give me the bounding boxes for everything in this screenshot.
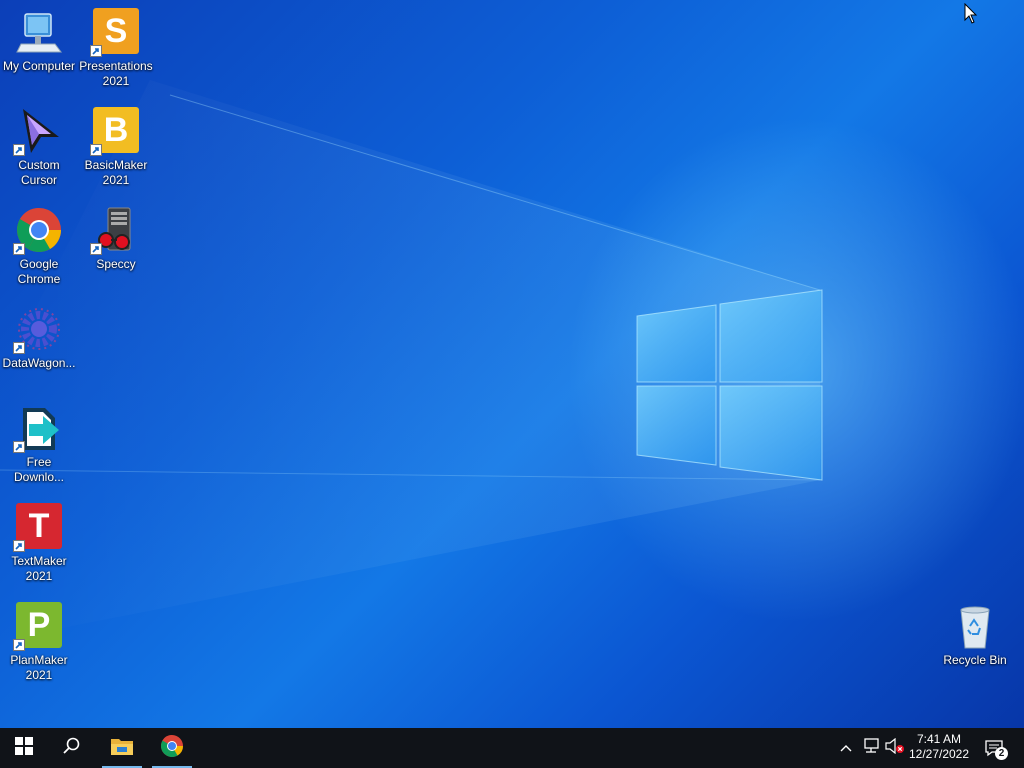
datawagon-gear-icon <box>13 305 63 354</box>
textmaker-app-icon: T <box>13 503 63 552</box>
basicmaker-desktop-icon[interactable]: B BasicMaker 2021 <box>77 101 155 188</box>
start-windows-icon <box>15 736 33 760</box>
textmaker-desktop-icon[interactable]: T TextMaker 2021 <box>0 497 78 584</box>
search-icon <box>63 737 81 760</box>
show-hidden-icons-button[interactable] <box>836 728 856 768</box>
chrome-icon <box>160 734 184 763</box>
file-explorer-icon <box>110 736 134 761</box>
textmaker-label: TextMaker 2021 <box>11 554 67 583</box>
file-explorer-taskbar-button[interactable] <box>98 728 146 768</box>
google-chrome-desktop-icon[interactable]: Google Chrome <box>0 200 78 287</box>
shortcut-arrow-icon <box>13 639 25 651</box>
network-tray-button[interactable] <box>860 728 882 768</box>
download-arrow-icon <box>13 404 63 453</box>
shortcut-arrow-icon <box>13 243 25 255</box>
basicmaker-app-icon: B <box>90 107 140 156</box>
planmaker-label: PlanMaker 2021 <box>10 653 68 682</box>
speccy-label: Speccy <box>96 257 136 271</box>
shortcut-arrow-icon <box>13 342 25 354</box>
shortcut-arrow-icon <box>13 144 25 156</box>
free-download-desktop-icon[interactable]: Free Downlo... <box>0 398 78 485</box>
computer-icon <box>15 8 63 56</box>
datawagon-desktop-icon[interactable]: DataWagon... <box>0 299 78 371</box>
basicmaker-label: BasicMaker 2021 <box>84 158 148 187</box>
shortcut-arrow-icon <box>90 45 102 57</box>
chrome-taskbar-button[interactable] <box>148 728 196 768</box>
recycle-bin-icon <box>951 602 999 650</box>
notification-count-badge: 2 <box>995 747 1008 760</box>
recycle-bin-desktop-icon[interactable]: Recycle Bin <box>936 596 1014 668</box>
shortcut-arrow-icon <box>90 243 102 255</box>
chrome-icon <box>13 206 63 255</box>
start-button[interactable] <box>0 728 48 768</box>
notification-icon: 2 <box>984 739 1008 760</box>
presentations-desktop-icon[interactable]: S Presentations 2021 <box>77 2 155 89</box>
speccy-desktop-icon[interactable]: Speccy <box>77 200 155 272</box>
shortcut-arrow-icon <box>13 441 25 453</box>
google-chrome-label: Google Chrome <box>17 257 61 286</box>
presentations-label: Presentations 2021 <box>79 59 153 88</box>
shortcut-arrow-icon <box>90 144 102 156</box>
search-button[interactable] <box>48 728 96 768</box>
my-computer-desktop-icon[interactable]: My Computer <box>0 2 78 74</box>
speccy-icon <box>90 206 140 255</box>
recycle-bin-label: Recycle Bin <box>943 653 1007 667</box>
planmaker-desktop-icon[interactable]: P PlanMaker 2021 <box>0 596 78 683</box>
taskbar-clock[interactable]: 7:41 AM 12/27/2022 <box>902 728 976 768</box>
clock-time: 7:41 AM <box>916 732 962 746</box>
custom-cursor-desktop-icon[interactable]: Custom Cursor <box>0 101 78 188</box>
free-download-label: Free Downlo... <box>13 455 65 484</box>
action-center-button[interactable]: 2 <box>978 728 1012 768</box>
clock-date: 12/27/2022 <box>908 747 970 761</box>
cursor-arrow-icon <box>13 107 63 156</box>
datawagon-label: DataWagon... <box>2 356 76 370</box>
presentations-app-icon: S <box>90 8 140 57</box>
network-icon <box>862 737 880 759</box>
mouse-pointer-icon <box>964 2 978 30</box>
my-computer-label: My Computer <box>2 59 76 73</box>
chevron-up-icon <box>840 739 852 757</box>
planmaker-app-icon: P <box>13 602 63 651</box>
shortcut-arrow-icon <box>13 540 25 552</box>
taskbar: 7:41 AM 12/27/2022 2 <box>0 728 1024 768</box>
custom-cursor-label: Custom Cursor <box>18 158 60 187</box>
